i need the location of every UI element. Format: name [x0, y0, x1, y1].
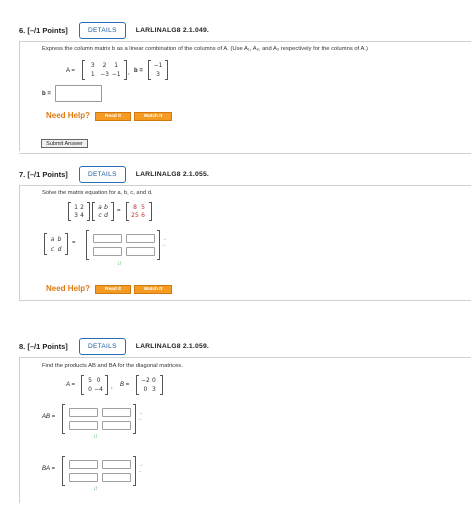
- q8-points: 8. [–/1 Points]: [19, 341, 68, 351]
- q7-equals: =: [117, 208, 121, 214]
- q8-BA-11[interactable]: [69, 460, 98, 469]
- q8-matrix-A: 50 0 −4: [81, 375, 108, 395]
- q7-matrix-unknown: ab cd: [92, 202, 114, 221]
- divider: [19, 185, 471, 186]
- q7-answer-a[interactable]: [93, 234, 122, 243]
- q8-AB-12[interactable]: [102, 408, 131, 417]
- q6-details-button[interactable]: DETAILS: [79, 21, 126, 39]
- divider: [19, 41, 471, 42]
- q7-prompt: Solve the matrix equation for a, b, c, a…: [42, 190, 153, 196]
- q8-AB-resize-rows-icon[interactable]: ↓↑: [93, 434, 98, 440]
- q7-matrix-result: 85 25 6: [126, 202, 152, 221]
- q7-watch-it-button[interactable]: Watch It: [134, 285, 172, 294]
- q7-left-rule: [19, 185, 20, 300]
- divider: [19, 153, 471, 154]
- q7-read-it-button[interactable]: Read It: [95, 285, 131, 294]
- q6-matrix-b: −1 3: [148, 60, 168, 80]
- q8-B-label: B =: [120, 382, 130, 388]
- q8-A-label: A =: [66, 382, 75, 388]
- q7-resize-cols-icon[interactable]: → ←: [162, 236, 167, 248]
- q6-answer-label: b =: [42, 91, 51, 97]
- q8-BA-label: BA =: [42, 466, 55, 472]
- q8-BA-21[interactable]: [69, 473, 98, 482]
- divider: [19, 357, 471, 358]
- q8-AB-22[interactable]: [102, 421, 131, 430]
- q8-BA-resize-rows-icon[interactable]: ↓↑: [93, 486, 98, 492]
- q8-header: 8. [–/1 Points] DETAILS LARLINALG8 2.1.0…: [19, 335, 209, 357]
- q6-A-label: A =: [66, 68, 75, 74]
- q8-details-button[interactable]: DETAILS: [79, 337, 126, 355]
- q8-AB-label: AB =: [42, 414, 56, 420]
- q6-need-help: Need Help?: [46, 111, 91, 120]
- q6-matrix-A: 321 1 −3 −1: [82, 60, 127, 80]
- q8-AB-resize-cols-icon[interactable]: → ←: [138, 410, 143, 422]
- q8-BA-22[interactable]: [102, 473, 131, 482]
- q7-equals-2: =: [72, 240, 76, 246]
- divider: [19, 300, 471, 301]
- q8-AB-11[interactable]: [69, 408, 98, 417]
- q7-answer-b[interactable]: [126, 234, 155, 243]
- q8-BA-12[interactable]: [102, 460, 131, 469]
- q7-details-button[interactable]: DETAILS: [79, 165, 126, 183]
- q6-answer-input[interactable]: [55, 85, 102, 102]
- q8-matrix-B: −2 0 03: [136, 375, 163, 395]
- q7-header: 7. [–/1 Points] DETAILS LARLINALG8 2.1.0…: [19, 163, 209, 185]
- q6-left-rule: [19, 41, 20, 151]
- q7-resize-rows-icon[interactable]: ↓↑: [117, 261, 122, 267]
- q6-watch-it-button[interactable]: Watch It: [134, 112, 172, 121]
- q6-points: 6. [–/1 Points]: [19, 25, 68, 35]
- q7-code: LARLINALG8 2.1.055.: [135, 170, 210, 178]
- q8-BA-resize-cols-icon[interactable]: → ←: [138, 462, 143, 474]
- q6-b-label: b =: [134, 68, 143, 74]
- q7-answer-c[interactable]: [93, 247, 122, 256]
- q6-header: 6. [–/1 Points] DETAILS LARLINALG8 2.1.0…: [19, 19, 209, 41]
- q7-abcd-matrix: ab cd: [44, 233, 68, 255]
- q6-submit-button[interactable]: Submit Answer: [41, 139, 88, 148]
- q6-read-it-button[interactable]: Read It: [95, 112, 131, 121]
- q7-points: 7. [–/1 Points]: [19, 169, 68, 179]
- q7-need-help: Need Help?: [46, 284, 91, 293]
- q8-code: LARLINALG8 2.1.059.: [135, 342, 210, 350]
- q8-prompt: Find the products AB and BA for the diag…: [42, 363, 183, 369]
- q8-left-rule: [19, 357, 20, 503]
- q7-answer-d[interactable]: [126, 247, 155, 256]
- q6-prompt: Express the column matrix b as a linear …: [42, 46, 368, 52]
- q8-AB-21[interactable]: [69, 421, 98, 430]
- q6-code: LARLINALG8 2.1.049.: [135, 26, 210, 34]
- q7-matrix-coeff: 12 34: [68, 202, 90, 221]
